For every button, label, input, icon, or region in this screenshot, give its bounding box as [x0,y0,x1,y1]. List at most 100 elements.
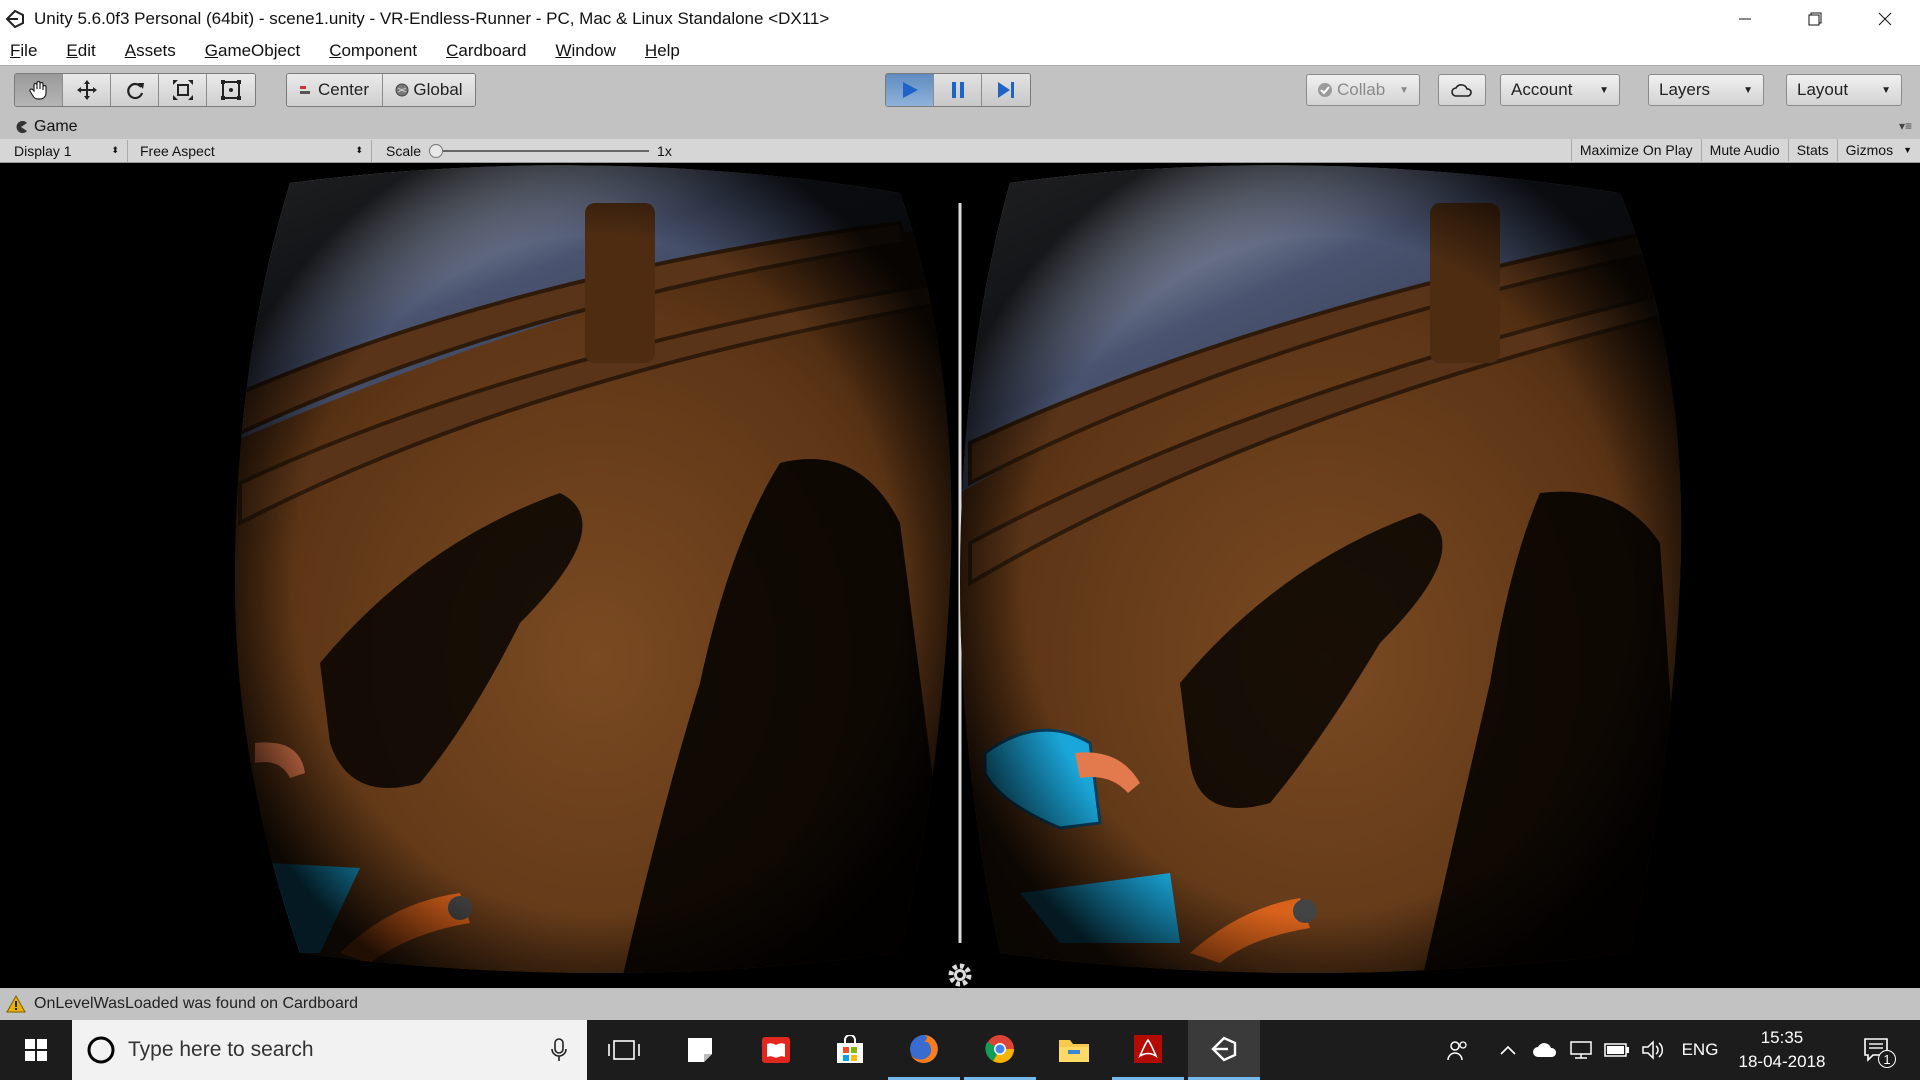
battery-tray[interactable] [1602,1020,1632,1080]
chevron-up-icon [1500,1045,1516,1055]
status-message: OnLevelWasLoaded was found on Cardboard [34,995,359,1012]
action-center-button[interactable]: 1 [1852,1020,1902,1080]
scale-slider[interactable] [429,143,650,158]
layout-dropdown[interactable]: Layout ▼ [1786,74,1902,106]
play-button[interactable] [886,74,934,106]
restore-button[interactable] [1780,0,1850,37]
menu-edit[interactable]: Edit [62,41,99,61]
acrobat-icon [1134,1034,1162,1063]
language-indicator[interactable]: ENG [1680,1020,1720,1080]
pivot-global-label: Global [413,80,463,99]
pivot-global-button[interactable]: Global [383,74,475,106]
menu-help[interactable]: Help [641,41,684,61]
pivot-center-button[interactable]: Center [287,74,383,106]
game-viewport[interactable] [0,163,1920,988]
task-view-button[interactable] [588,1020,660,1080]
console-status-bar[interactable]: OnLevelWasLoaded was found on Cardboard [0,988,1920,1020]
aspect-select[interactable]: Free Aspect ⬍ [128,139,372,162]
display-value: Display 1 [14,142,72,159]
globe-icon [395,83,409,97]
start-button[interactable] [0,1020,72,1080]
cloud-sync-icon [1533,1043,1557,1057]
taskbar-unity[interactable] [1188,1020,1260,1080]
hand-icon [28,80,47,100]
taskbar-acrobat[interactable] [1112,1020,1184,1080]
menu-assets[interactable]: Assets [121,41,180,61]
collab-label: Collab [1337,80,1386,99]
gizmos-dropdown[interactable]: Gizmos ▼ [1836,139,1920,161]
chevron-down-icon: ▼ [1881,84,1891,96]
sticky-notes-icon [688,1038,712,1062]
hand-tool-button[interactable] [15,74,63,106]
window-titlebar: Unity 5.6.0f3 Personal (64bit) - scene1.… [0,0,1920,37]
step-icon [998,82,1014,98]
move-tool-button[interactable] [63,74,111,106]
rect-tool-button[interactable] [207,74,255,106]
chevron-down-icon: ▼ [1743,84,1753,96]
stats-toggle[interactable]: Stats [1787,139,1837,161]
layout-label: Layout [1797,80,1849,99]
taskbar-search-box[interactable]: Type here to search [72,1020,587,1080]
taskbar-file-explorer[interactable] [1038,1020,1110,1080]
pivot-center-icon [299,86,310,94]
slider-knob[interactable] [429,143,444,158]
onedrive-tray[interactable] [1530,1020,1560,1080]
taskbar-sticky-notes[interactable] [664,1020,736,1080]
chrome-icon [985,1034,1014,1063]
taskbar-firefox[interactable] [888,1020,960,1080]
mute-audio-toggle[interactable]: Mute Audio [1700,139,1788,161]
game-tab-label: Game [34,118,78,135]
network-tray[interactable] [1566,1020,1596,1080]
rotate-tool-button[interactable] [111,74,159,106]
game-tab[interactable]: Game [14,118,78,136]
clock-date: 18-04-2018 [1738,1052,1826,1071]
taskbar-chrome[interactable] [964,1020,1036,1080]
speaker-icon [1642,1040,1664,1060]
taskbar-reader[interactable] [740,1020,812,1080]
menu-gameobject[interactable]: GameObject [201,41,304,61]
maximize-on-play-toggle[interactable]: Maximize On Play [1570,139,1701,161]
people-icon [1447,1041,1467,1061]
layers-dropdown[interactable]: Layers ▼ [1648,74,1764,106]
search-placeholder: Type here to search [128,1038,314,1061]
minimize-button[interactable] [1710,0,1780,37]
account-label: Account [1511,80,1573,99]
cardboard-settings-gear-icon[interactable] [948,963,972,987]
move-arrows-icon [76,80,97,100]
aspect-value: Free Aspect [140,142,215,159]
collab-dropdown[interactable]: Collab ▼ [1306,74,1420,106]
display-select[interactable]: Display 1 ⬍ [0,139,128,162]
close-button[interactable] [1850,0,1920,37]
slider-track [429,149,650,152]
layers-label: Layers [1659,80,1711,99]
windows-logo-icon [25,1039,47,1061]
step-button[interactable] [982,74,1030,106]
playmode-controls [885,73,1031,107]
rotate-icon [126,82,144,100]
stats-label: Stats [1796,142,1829,158]
restore-icon [1808,12,1822,25]
menu-cardboard[interactable]: Cardboard [442,41,530,61]
menu-file[interactable]: File [6,41,41,61]
cloud-button[interactable] [1438,74,1486,106]
menu-component[interactable]: Component [325,41,421,61]
tray-overflow-button[interactable] [1496,1020,1520,1080]
chevron-down-icon: ▼ [1599,84,1609,96]
volume-tray[interactable] [1638,1020,1668,1080]
tab-menu-icon[interactable]: ▾≡ [1899,119,1912,133]
clock[interactable]: 15:35 18-04-2018 [1730,1020,1834,1080]
account-dropdown[interactable]: Account ▼ [1500,74,1620,106]
updown-arrows-icon: ⬍ [355,145,363,155]
unity-logo-icon [5,9,24,28]
microphone-icon[interactable] [551,1038,567,1062]
menu-window[interactable]: Window [551,41,619,61]
cortana-circle-icon [87,1036,115,1064]
task-view-icon [608,1040,640,1060]
people-button[interactable] [1440,1020,1476,1080]
scale-tool-button[interactable] [159,74,207,106]
language-label: ENG [1681,1040,1719,1059]
minimize-icon [1739,18,1751,19]
taskbar-store[interactable] [814,1020,886,1080]
pause-button[interactable] [934,74,982,106]
unity-logo-icon [1211,1036,1237,1061]
